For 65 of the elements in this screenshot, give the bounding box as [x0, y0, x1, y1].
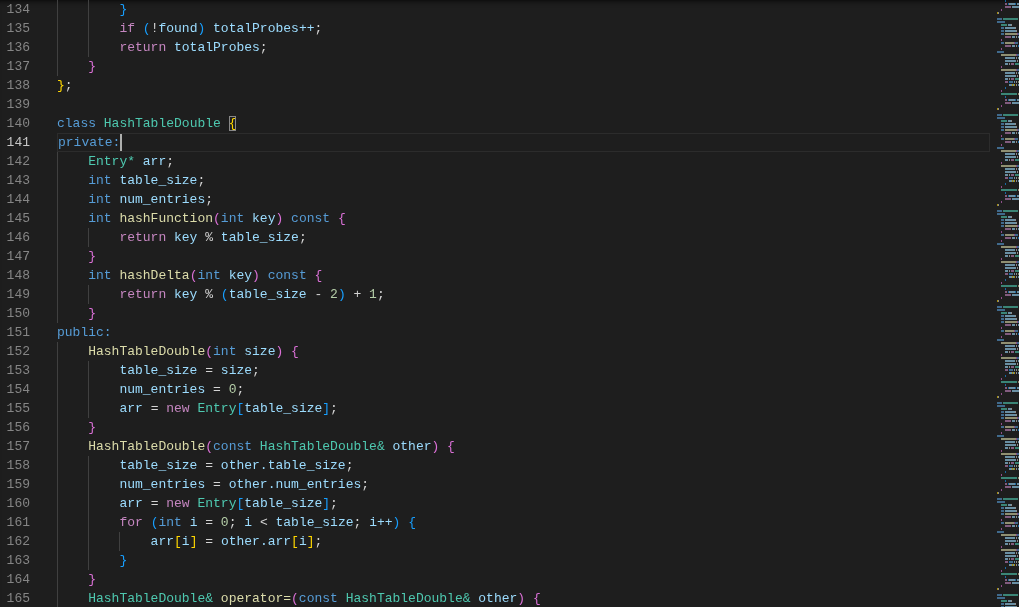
code-line: num_entries = other.num_entries; — [118, 476, 370, 494]
code-line: if (!found) totalProbes++; — [118, 20, 323, 38]
code-line: HashTableDouble(int size) { — [87, 343, 299, 361]
line-number: 138 — [6, 77, 30, 95]
code-line: } — [87, 571, 96, 589]
code-line: } — [87, 305, 96, 323]
code-line: class HashTableDouble { — [57, 115, 237, 133]
code-line: }; — [57, 77, 73, 95]
code-line: } — [87, 248, 96, 266]
line-number: 164 — [6, 571, 30, 589]
line-number: 155 — [6, 400, 30, 418]
code-line: num_entries = 0; — [118, 381, 245, 399]
line-number: 147 — [6, 248, 30, 266]
code-line: return totalProbes; — [118, 39, 268, 57]
line-number: 143 — [6, 172, 30, 190]
code-line: arr[i] = other.arr[i]; — [149, 533, 323, 551]
line-number: 136 — [6, 39, 30, 57]
line-number: 137 — [6, 58, 30, 76]
line-number: 163 — [6, 552, 30, 570]
line-number: 141 — [6, 134, 30, 152]
code-line: return key % table_size; — [118, 229, 307, 247]
code-line: } — [118, 552, 128, 570]
line-number: 145 — [6, 210, 30, 228]
line-number: 135 — [6, 20, 30, 38]
line-number: 139 — [6, 96, 30, 114]
line-number: 149 — [6, 286, 30, 304]
line-number: 148 — [6, 267, 30, 285]
line-number: 165 — [6, 590, 30, 607]
code-line: public: — [57, 324, 112, 342]
code-line: int table_size; — [87, 172, 206, 190]
line-number: 153 — [6, 362, 30, 380]
code-line: arr = new Entry[table_size]; — [118, 495, 338, 513]
line-number: 157 — [6, 438, 30, 456]
line-number: 146 — [6, 229, 30, 247]
code-line: for (int i = 0; i < table_size; i++) { — [118, 514, 416, 532]
code-line: HashTableDouble(const HashTableDouble& other) { — [87, 438, 455, 456]
code-line: } — [87, 58, 96, 76]
code-line: int hashFunction(int key) const { — [87, 210, 346, 228]
code-line: arr = new Entry[table_size]; — [118, 400, 338, 418]
line-number: 161 — [6, 514, 30, 532]
line-number: 154 — [6, 381, 30, 399]
code-line: table_size = other.table_size; — [118, 457, 354, 475]
code-line: } — [118, 1, 128, 19]
code-line: private: — [58, 134, 121, 152]
code-line: int hashDelta(int key) const { — [87, 267, 323, 285]
code-line: } — [87, 419, 96, 437]
code-line: int num_entries; — [87, 191, 214, 209]
line-number: 151 — [6, 324, 30, 342]
line-number: 140 — [6, 115, 30, 133]
line-number: 162 — [6, 533, 30, 551]
line-number: 160 — [6, 495, 30, 513]
line-number: 150 — [6, 305, 30, 323]
text-cursor — [120, 134, 123, 151]
line-number: 142 — [6, 153, 30, 171]
minimap-drawing[interactable] — [995, 0, 1019, 607]
line-number: 144 — [6, 191, 30, 209]
code-line: return key % (table_size - 2) + 1; — [118, 286, 385, 304]
code-line: table_size = size; — [118, 362, 260, 380]
line-number: 134 — [6, 1, 30, 19]
line-number: 158 — [6, 457, 30, 475]
line-number: 156 — [6, 419, 30, 437]
code-line: HashTableDouble& operator=(const HashTableDouble& other) { — [87, 590, 541, 607]
line-number: 159 — [6, 476, 30, 494]
line-number: 152 — [6, 343, 30, 361]
code-line: Entry* arr; — [87, 153, 175, 171]
